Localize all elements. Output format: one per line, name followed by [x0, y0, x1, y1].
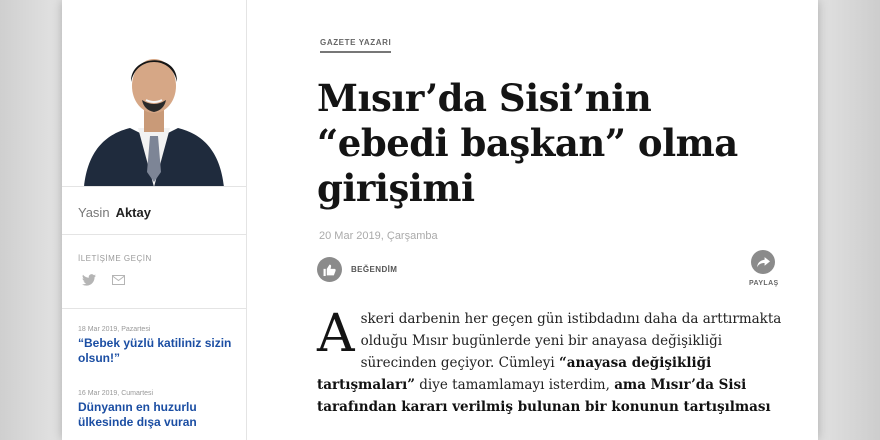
- author-photo[interactable]: [84, 42, 224, 187]
- thumbs-up-icon: [323, 264, 336, 276]
- share-button[interactable]: [751, 250, 775, 274]
- publish-date: 20 Mar 2019, Çarşamba: [319, 230, 438, 242]
- body-text-2: diye tamamlamayı isterdim,: [414, 377, 615, 393]
- side-article-date: 18 Mar 2019, Pazartesi: [78, 326, 151, 333]
- side-article[interactable]: 18 Mar 2019, Pazartesi “Bebek yüzlü kati…: [78, 326, 238, 366]
- article-page: Yasin Aktay İLETİŞİME GEÇİN 18 Mar 2019, …: [62, 0, 818, 440]
- side-article[interactable]: 16 Mar 2019, Cumartesi Dünyanın en huzur…: [78, 390, 238, 430]
- divider: [62, 308, 246, 309]
- article-headline: Mısır’da Sisi’nin “ebedi başkan” olma gi…: [317, 76, 738, 210]
- author-last-name[interactable]: Aktay: [116, 205, 151, 220]
- author-first-name[interactable]: Yasin: [78, 205, 110, 220]
- side-article-date: 16 Mar 2019, Cumartesi: [78, 390, 154, 397]
- author-name[interactable]: Yasin Aktay: [78, 205, 151, 220]
- article-main: GAZETE YAZARI Mısır’da Sisi’nin “ebedi b…: [247, 0, 818, 440]
- divider: [62, 234, 246, 235]
- side-article-title[interactable]: Dünyanın en huzurlu ülkesinde dışa vuran: [78, 400, 238, 430]
- contact-title: İLETİŞİME GEÇİN: [78, 254, 152, 263]
- share-label[interactable]: PAYLAŞ: [749, 280, 779, 287]
- divider: [62, 186, 246, 187]
- article-body: A skeri darbenin her geçen gün istibdadı…: [317, 308, 787, 418]
- category-label[interactable]: GAZETE YAZARI: [320, 38, 392, 53]
- like-label[interactable]: BEĞENDİM: [351, 265, 397, 274]
- author-sidebar: Yasin Aktay İLETİŞİME GEÇİN 18 Mar 2019, …: [62, 0, 247, 440]
- article-paragraph: skeri darbenin her geçen gün istibdadını…: [317, 308, 787, 418]
- side-article-title[interactable]: “Bebek yüzlü katiliniz sizin olsun!”: [78, 336, 238, 366]
- drop-cap: A: [317, 304, 355, 364]
- like-button[interactable]: [317, 257, 342, 282]
- mail-icon[interactable]: [112, 275, 125, 285]
- twitter-icon[interactable]: [82, 274, 96, 286]
- share-arrow-icon: [756, 256, 770, 267]
